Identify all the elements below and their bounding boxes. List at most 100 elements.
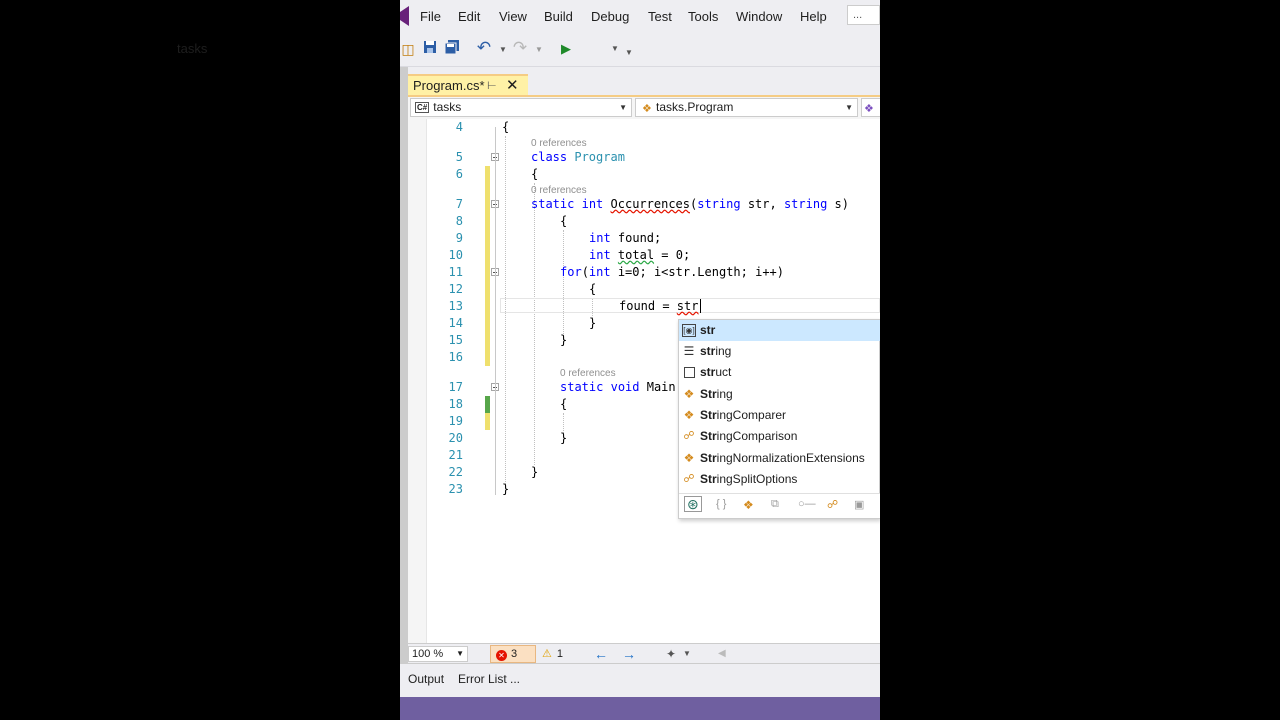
- navigate-forward-icon[interactable]: →: [622, 645, 636, 663]
- completion-item-label: string: [700, 344, 732, 358]
- completion-item-string-keyword[interactable]: ☰ string: [679, 341, 880, 362]
- run-target-dropdown-icon[interactable]: ▼: [611, 44, 619, 53]
- status-bar: [400, 697, 880, 720]
- line-number: 9: [455, 231, 463, 245]
- menu-tools[interactable]: Tools: [688, 9, 718, 24]
- pin-icon[interactable]: ⊢: [487, 79, 497, 92]
- code-text: found;: [610, 231, 662, 245]
- line-number: 13: [448, 299, 463, 313]
- tab-output[interactable]: Output: [408, 672, 444, 686]
- class-icon: ❖: [683, 451, 695, 465]
- menu-debug[interactable]: Debug: [591, 9, 629, 24]
- keyword: void: [610, 380, 640, 394]
- chevron-down-icon: ▼: [456, 649, 464, 658]
- tab-error-list[interactable]: Error List ...: [458, 672, 520, 686]
- line-number: 19: [448, 414, 463, 428]
- interface-filter-icon[interactable]: ○—: [798, 498, 816, 510]
- line-number: 8: [455, 214, 463, 228]
- save-icon[interactable]: [421, 40, 439, 58]
- menu-help[interactable]: Help: [800, 9, 827, 24]
- outline-line: [495, 127, 496, 495]
- menu-edit[interactable]: Edit: [458, 9, 480, 24]
- search-box[interactable]: ...: [847, 5, 880, 25]
- save-all-icon[interactable]: [443, 40, 461, 58]
- code-line-14: }: [589, 316, 597, 330]
- member-dropdown[interactable]: ❖: [861, 98, 880, 117]
- code-text: str,: [740, 197, 784, 211]
- line-number: 15: [448, 333, 463, 347]
- code-line-10: int total = 0;: [589, 247, 690, 264]
- menu-test[interactable]: Test: [648, 9, 672, 24]
- warning-count-indicator[interactable]: ⚠ 1: [542, 645, 563, 663]
- error-icon: ✕: [496, 650, 507, 661]
- cleanup-brush-icon[interactable]: ✦: [666, 645, 676, 663]
- codelens-references[interactable]: 0 references: [531, 185, 587, 196]
- completion-item-label: StringComparer: [700, 408, 787, 422]
- completion-item-str[interactable]: [◉] str: [679, 320, 880, 341]
- run-target-label[interactable]: tasks: [177, 41, 207, 56]
- delegate-filter-icon[interactable]: ▣: [854, 498, 864, 511]
- code-text: i=0; i<str.Length; i++): [610, 265, 784, 279]
- line-number: 5: [455, 150, 463, 164]
- class-icon: ❖: [642, 103, 652, 115]
- csharp-file-icon: C#: [415, 102, 430, 113]
- line-number: 16: [448, 350, 463, 364]
- namespace-filter-icon[interactable]: { }: [716, 498, 726, 510]
- codelens-references[interactable]: 0 references: [560, 368, 616, 379]
- completion-item-stringsplitoptions[interactable]: ☍ StringSplitOptions: [679, 469, 880, 490]
- enum-icon: ☍: [683, 430, 695, 442]
- undo-dropdown-arrow-icon[interactable]: ▼: [499, 45, 507, 54]
- expand-filter-icon[interactable]: ⊛: [684, 496, 702, 512]
- line-number: 23: [448, 482, 463, 496]
- code-line-7: static int Occurrences(string str, strin…: [531, 196, 849, 213]
- chevron-down-icon: ▼: [845, 103, 853, 112]
- undo-icon[interactable]: ↶: [475, 39, 493, 57]
- struct-filter-icon[interactable]: ⧉: [771, 498, 779, 511]
- completion-item-label: StringComparison: [700, 429, 798, 443]
- enum-filter-icon[interactable]: ☍: [827, 498, 838, 511]
- code-text: (: [581, 265, 589, 279]
- zoom-dropdown[interactable]: 100 % ▼: [408, 646, 468, 662]
- completion-item-label: str: [700, 323, 716, 337]
- warning-count: 1: [556, 648, 563, 660]
- member-icon: ❖: [864, 103, 874, 115]
- code-line-13: found = str: [619, 298, 698, 315]
- close-icon[interactable]: ✕: [506, 76, 519, 94]
- completion-item-label: StringNormalizationExtensions: [700, 451, 865, 465]
- error-count-indicator[interactable]: ✕ 3: [490, 645, 536, 663]
- open-folder-icon[interactable]: ◫: [399, 40, 417, 58]
- menu-window[interactable]: Window: [736, 9, 782, 24]
- codelens-references[interactable]: 0 references: [531, 138, 587, 149]
- variable-warning: total: [617, 248, 655, 262]
- scroll-left-icon[interactable]: ◀: [718, 645, 726, 663]
- completion-item-stringcomparer[interactable]: ❖ StringComparer: [679, 405, 880, 426]
- menu-view[interactable]: View: [499, 9, 527, 24]
- menu-file[interactable]: File: [420, 9, 441, 24]
- completion-item-string-class[interactable]: ❖ String: [679, 384, 880, 405]
- error-count: 3: [511, 648, 518, 660]
- chevron-down-icon[interactable]: ▼: [683, 645, 691, 663]
- class-name: Program: [574, 150, 625, 164]
- saved-change-indicator: [485, 396, 490, 413]
- line-number: 17: [448, 380, 463, 394]
- toolbar-overflow-icon[interactable]: ▼: [625, 48, 633, 57]
- completion-item-stringcomparison[interactable]: ☍ StringComparison: [679, 426, 880, 447]
- code-line-12: {: [589, 282, 597, 296]
- class-filter-icon[interactable]: ❖: [743, 498, 754, 512]
- keyword: int: [581, 197, 604, 211]
- method-name: Main: [646, 380, 676, 394]
- line-number: 14: [448, 316, 463, 330]
- warning-icon: ⚠: [542, 648, 552, 660]
- start-debugging-icon[interactable]: ▶: [557, 40, 575, 58]
- code-line-20: }: [560, 431, 568, 445]
- class-icon: ❖: [683, 408, 695, 422]
- menu-build[interactable]: Build: [544, 9, 573, 24]
- project-dropdown[interactable]: C# tasks ▼: [410, 98, 632, 117]
- change-indicator: [485, 166, 490, 366]
- completion-item-struct[interactable]: struct: [679, 362, 880, 383]
- type-dropdown[interactable]: ❖ tasks.Program ▼: [635, 98, 858, 117]
- keyword: static: [531, 197, 575, 211]
- code-line-8: {: [560, 214, 568, 228]
- completion-item-stringnormalizationextensions[interactable]: ❖ StringNormalizationExtensions: [679, 448, 880, 469]
- navigate-backward-icon[interactable]: ←: [594, 645, 608, 663]
